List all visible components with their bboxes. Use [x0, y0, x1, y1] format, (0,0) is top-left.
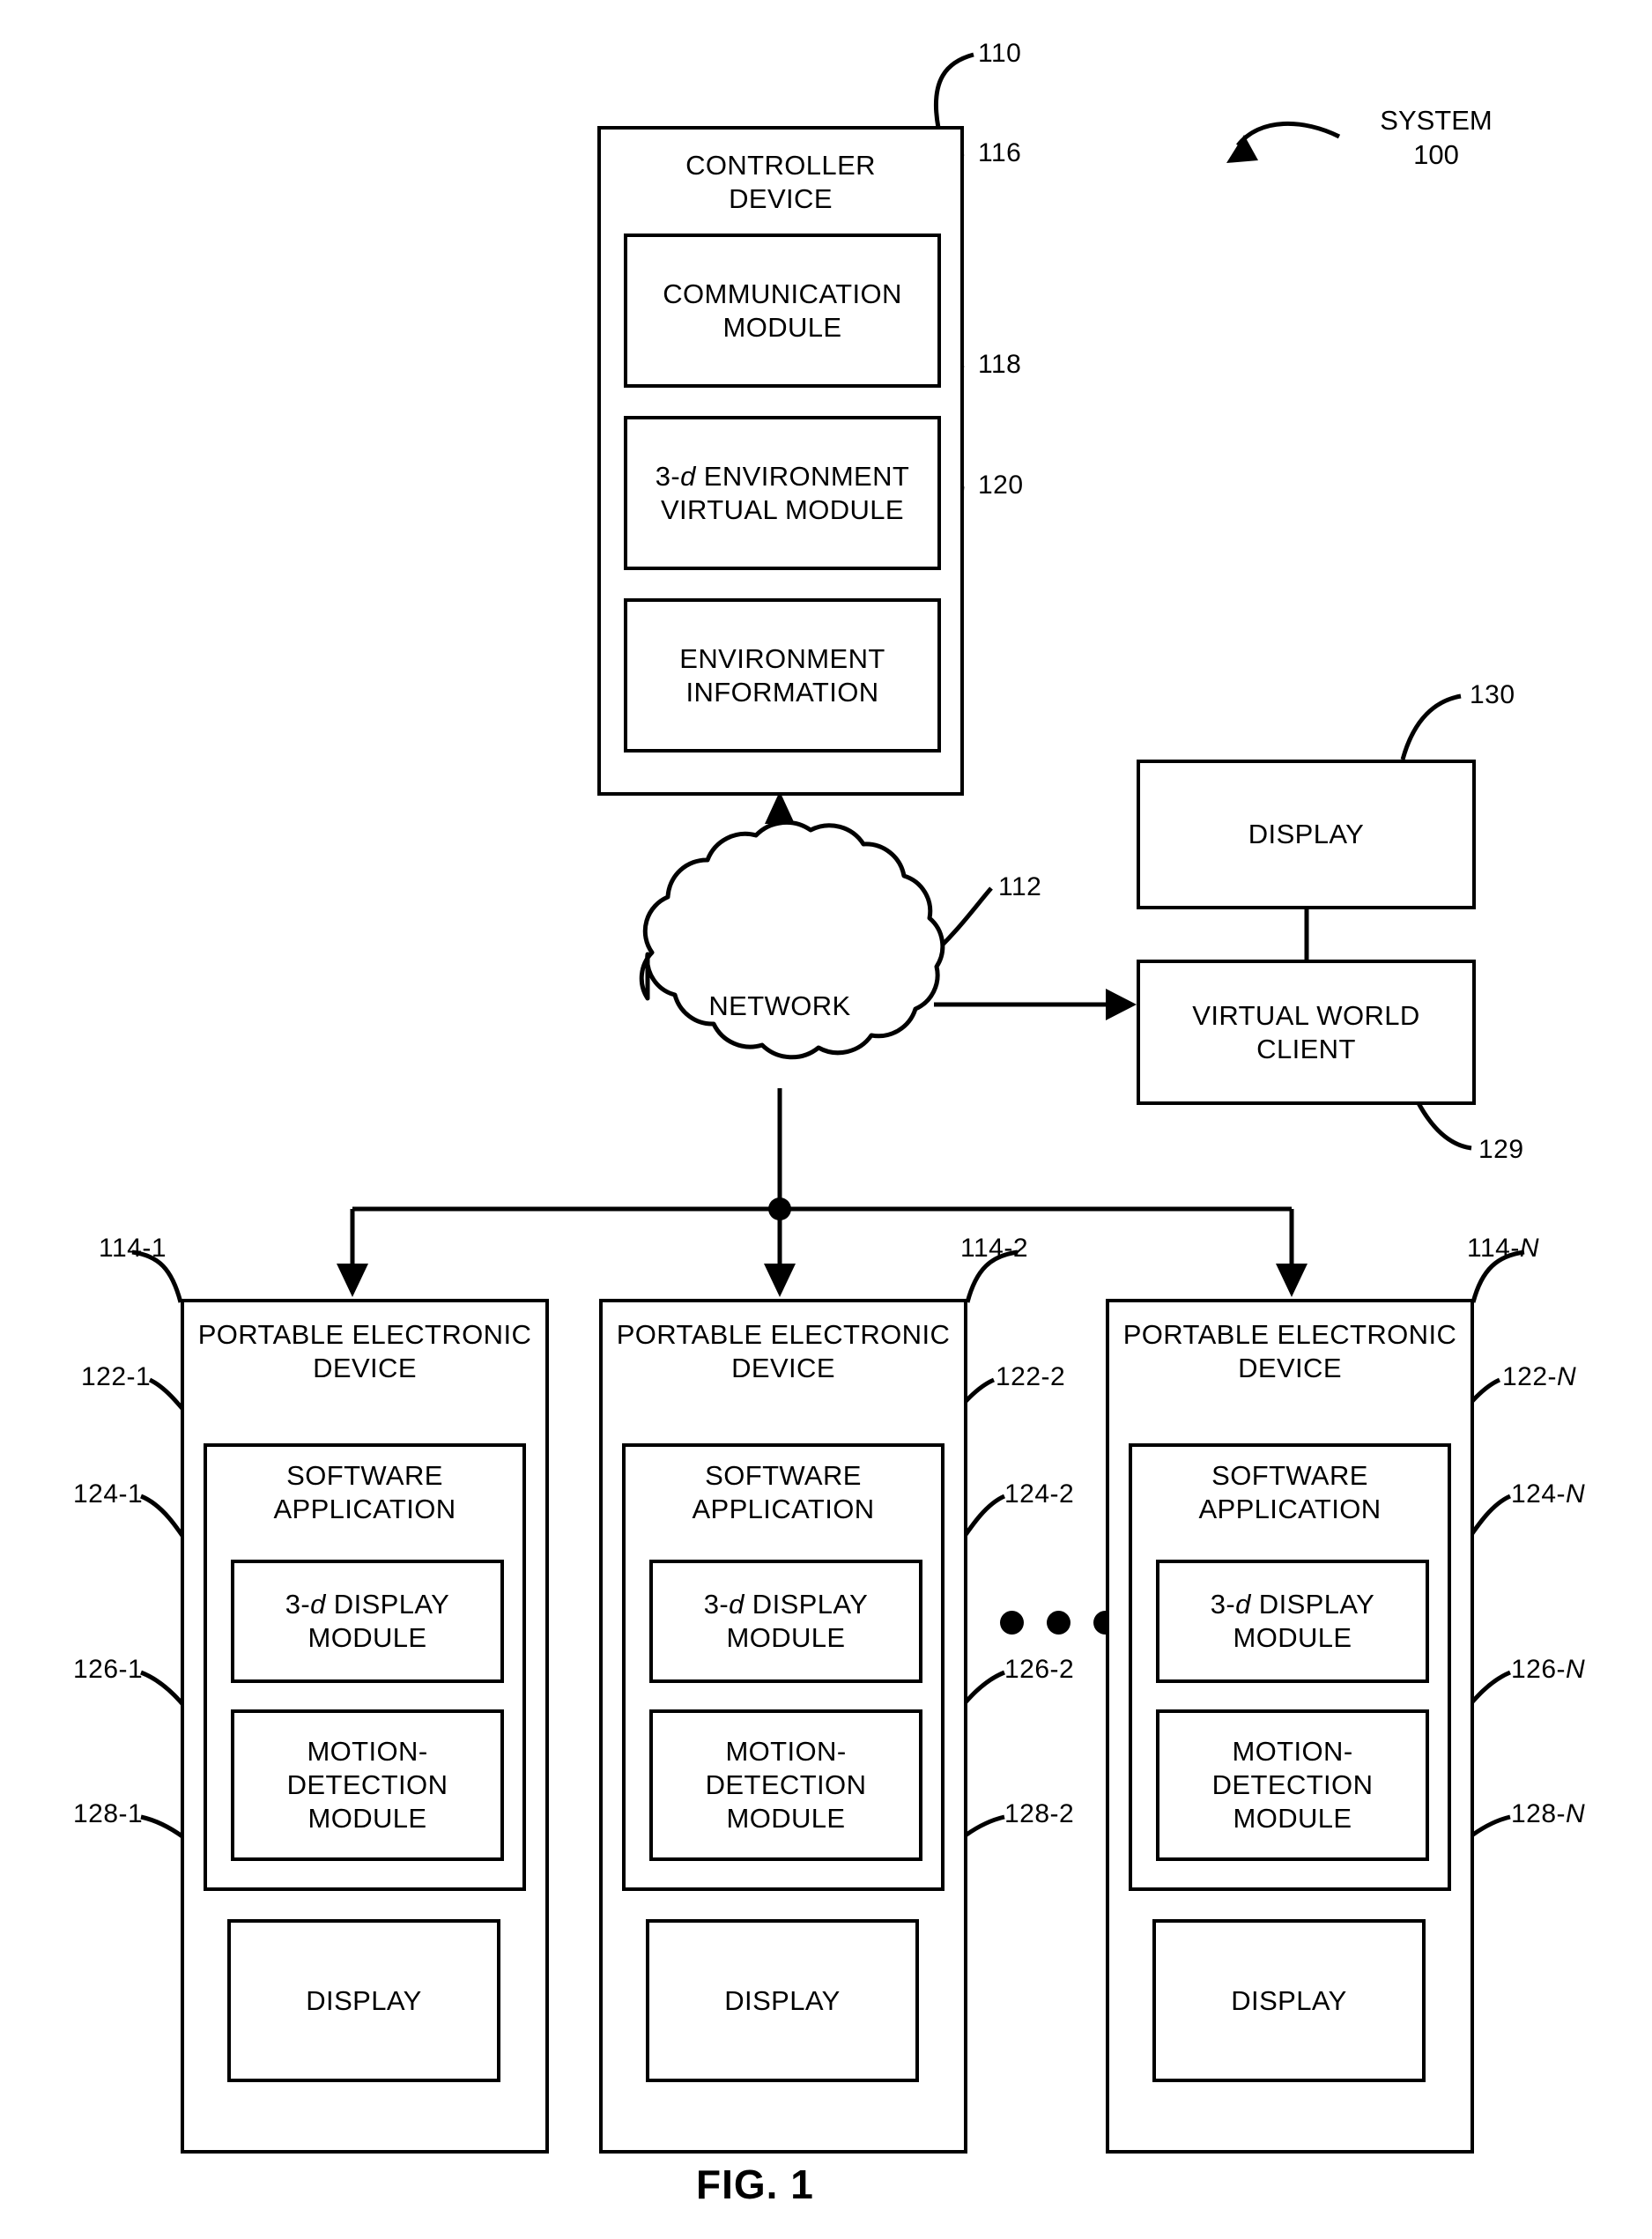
device-n-title: PORTABLE ELECTRONIC DEVICE	[1122, 1319, 1457, 1383]
device-2-motion-detection-module-label: MOTION- DETECTION MODULE	[705, 1736, 867, 1834]
device-1-motion-detection-module-label: MOTION- DETECTION MODULE	[286, 1736, 448, 1834]
ref-122-1: 122-1	[81, 1362, 152, 1391]
device-n-3d-display-module-label: 3-d DISPLAY MODULE	[1210, 1589, 1375, 1653]
system-100-arrow	[1226, 122, 1341, 163]
network-device-bus	[337, 1088, 1308, 1297]
device-2-software-application-label: SOFTWARE APPLICATION	[692, 1460, 875, 1524]
ref-114-1: 114-1	[99, 1234, 167, 1263]
environment-information-box[interactable]: ENVIRONMENT INFORMATION	[624, 598, 941, 753]
device-1-software-application-label: SOFTWARE APPLICATION	[273, 1460, 456, 1524]
device-1-3d-display-module[interactable]: 3-d DISPLAY MODULE	[231, 1560, 504, 1683]
ref-126-n: 126-N	[1511, 1655, 1586, 1684]
ref-118: 118	[978, 350, 1022, 379]
device-2-display-label: DISPLAY	[724, 1984, 841, 2016]
portable-electronic-device-1[interactable]: PORTABLE ELECTRONIC DEVICE SOFTWARE APPL…	[181, 1299, 549, 2154]
leader-130	[1400, 693, 1462, 760]
patent-figure-page: SYSTEM 100 CONTROLLER DEVICE COMMUNICATI…	[0, 0, 1652, 2239]
3d-environment-virtual-module-box[interactable]: 3-d ENVIRONMENT VIRTUAL MODULE	[624, 416, 941, 570]
virtual-world-client-box[interactable]: VIRTUAL WORLD CLIENT	[1137, 960, 1476, 1105]
device-1-display[interactable]: DISPLAY	[227, 1919, 500, 2082]
portable-electronic-device-2[interactable]: PORTABLE ELECTRONIC DEVICE SOFTWARE APPL…	[599, 1299, 967, 2154]
leader-129	[1416, 1101, 1472, 1151]
ref-122-n: 122-N	[1502, 1362, 1577, 1391]
ref-122-2: 122-2	[996, 1362, 1066, 1391]
ref-116: 116	[978, 138, 1022, 167]
device-n-3d-display-module[interactable]: 3-d DISPLAY MODULE	[1156, 1560, 1429, 1683]
device-n-software-application[interactable]: SOFTWARE APPLICATION 3-d DISPLAY MODULE …	[1129, 1443, 1451, 1891]
ref-110: 110	[978, 39, 1022, 68]
ref-114-2: 114-2	[960, 1234, 1029, 1263]
controller-device-title: CONTROLLER DEVICE	[685, 150, 876, 214]
ref-128-n: 128-N	[1511, 1799, 1586, 1828]
device-1-motion-detection-module[interactable]: MOTION- DETECTION MODULE	[231, 1709, 504, 1861]
system-label: SYSTEM 100	[1380, 105, 1493, 170]
network-label: NETWORK	[708, 990, 851, 1021]
controller-network-arrow	[765, 791, 795, 928]
ref-112: 112	[998, 872, 1042, 901]
ref-120: 120	[978, 471, 1024, 500]
client-display-box[interactable]: DISPLAY	[1137, 760, 1476, 909]
virtual-world-client-label: VIRTUAL WORLD CLIENT	[1192, 999, 1420, 1064]
ellipsis-dot	[1000, 1611, 1024, 1635]
leader-110	[933, 52, 974, 129]
device-n-display[interactable]: DISPLAY	[1152, 1919, 1426, 2082]
device-2-motion-detection-module[interactable]: MOTION- DETECTION MODULE	[649, 1709, 922, 1861]
ref-128-2: 128-2	[1004, 1799, 1075, 1828]
ref-129: 129	[1478, 1135, 1524, 1164]
controller-device-box[interactable]: CONTROLLER DEVICE COMMUNICATION MODULE 3…	[597, 126, 964, 796]
ref-124-n: 124-N	[1511, 1479, 1586, 1509]
ellipsis-dots	[1000, 1611, 1117, 1635]
ref-126-2: 126-2	[1004, 1655, 1075, 1684]
device-1-display-label: DISPLAY	[306, 1984, 422, 2016]
ref-114-n: 114-N	[1467, 1234, 1539, 1263]
3d-environment-virtual-module-label: 3-d ENVIRONMENT VIRTUAL MODULE	[655, 460, 910, 525]
device-2-software-application[interactable]: SOFTWARE APPLICATION 3-d DISPLAY MODULE …	[622, 1443, 945, 1891]
ref-124-2: 124-2	[1004, 1479, 1075, 1509]
device-1-title: PORTABLE ELECTRONIC DEVICE	[197, 1319, 532, 1383]
ref-126-1: 126-1	[73, 1655, 144, 1684]
communication-module-box[interactable]: COMMUNICATION MODULE	[624, 234, 941, 388]
device-n-motion-detection-module-label: MOTION- DETECTION MODULE	[1211, 1736, 1374, 1834]
device-1-software-application[interactable]: SOFTWARE APPLICATION 3-d DISPLAY MODULE …	[204, 1443, 526, 1891]
client-display-label: DISPLAY	[1248, 819, 1365, 850]
network-client-arrow	[934, 989, 1137, 1020]
communication-module-label: COMMUNICATION MODULE	[663, 278, 902, 343]
ref-124-1: 124-1	[73, 1479, 144, 1509]
environment-information-label: ENVIRONMENT INFORMATION	[679, 642, 885, 708]
figure-caption: FIG. 1	[696, 2161, 814, 2207]
device-n-software-application-label: SOFTWARE APPLICATION	[1198, 1460, 1382, 1524]
device-2-3d-display-module[interactable]: 3-d DISPLAY MODULE	[649, 1560, 922, 1683]
ellipsis-dot	[1047, 1611, 1070, 1635]
ref-128-1: 128-1	[73, 1799, 144, 1828]
portable-electronic-device-n[interactable]: PORTABLE ELECTRONIC DEVICE SOFTWARE APPL…	[1106, 1299, 1474, 2154]
device-n-display-label: DISPLAY	[1231, 1984, 1347, 2016]
ref-130: 130	[1470, 680, 1515, 709]
device-2-title: PORTABLE ELECTRONIC DEVICE	[616, 1319, 951, 1383]
device-n-motion-detection-module[interactable]: MOTION- DETECTION MODULE	[1156, 1709, 1429, 1861]
device-2-3d-display-module-label: 3-d DISPLAY MODULE	[703, 1589, 869, 1653]
leader-112	[926, 886, 993, 960]
device-1-3d-display-module-label: 3-d DISPLAY MODULE	[285, 1589, 450, 1653]
device-2-display[interactable]: DISPLAY	[646, 1919, 919, 2082]
